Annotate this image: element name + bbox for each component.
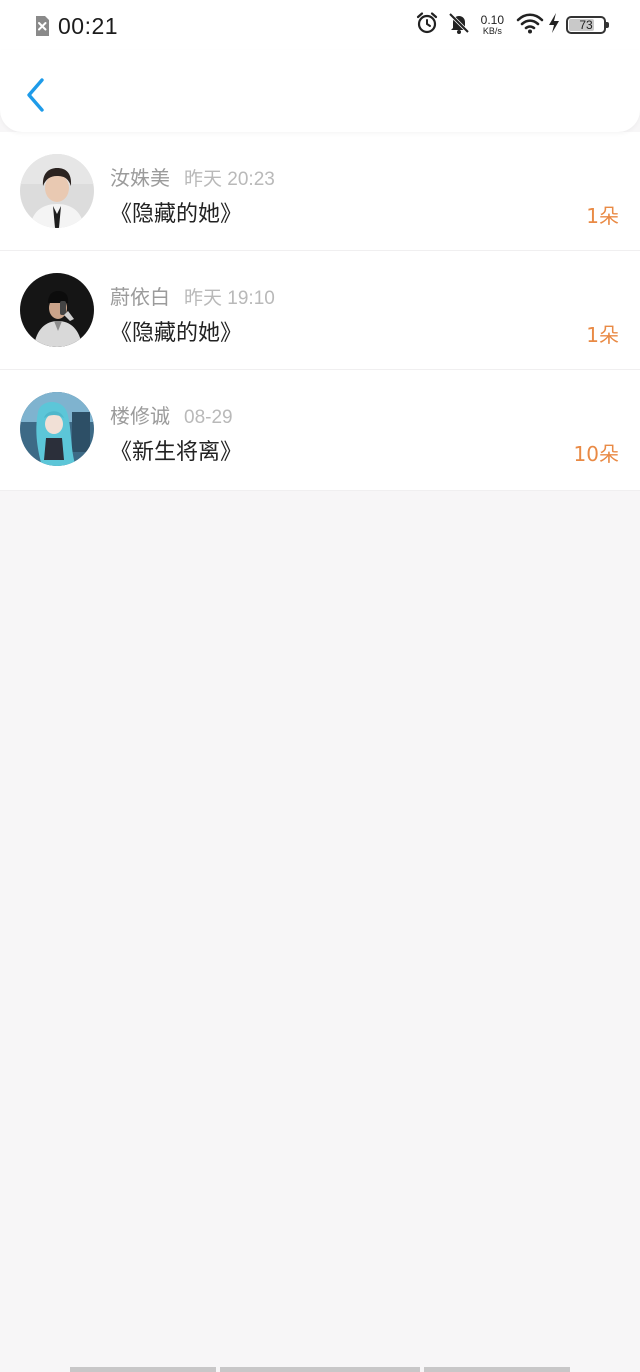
book-title: 《新生将离》 (110, 440, 243, 465)
top-header (0, 50, 640, 132)
status-bar-right: 0.10 KB/s 73 (407, 10, 609, 40)
sender-name: 楼修诚 (110, 404, 170, 428)
sender-line: 蔚依白 昨天 19:10 (110, 281, 275, 310)
book-title: 《隐藏的她》 (110, 202, 243, 227)
send-time: 昨天 19:10 (184, 288, 275, 309)
flower-count: 1朵 (586, 323, 619, 347)
flower-count: 1朵 (586, 204, 619, 228)
sender-name: 汝姝美 (110, 166, 170, 190)
status-bar-left: 00:21 (34, 12, 118, 40)
send-time: 08-29 (184, 407, 233, 428)
avatar[interactable] (20, 392, 94, 466)
list-item[interactable]: 楼修诚 08-29 《新生将离》 10朵 (0, 370, 640, 491)
status-time: 00:21 (58, 12, 119, 39)
network-speed: 0.10 KB/s (481, 14, 504, 36)
bell-muted-icon (447, 11, 471, 39)
sender-line: 楼修诚 08-29 (110, 400, 233, 429)
back-button[interactable] (16, 72, 56, 122)
sender-line: 汝姝美 昨天 20:23 (110, 162, 275, 191)
chevron-left-icon (25, 77, 47, 117)
home-indicator-segment (424, 1367, 570, 1372)
home-indicator[interactable] (70, 1367, 570, 1372)
list-item[interactable]: 蔚依白 昨天 19:10 《隐藏的她》 1朵 (0, 251, 640, 370)
send-time: 昨天 20:23 (184, 169, 275, 190)
avatar[interactable] (20, 154, 94, 228)
battery-level: 73 (579, 18, 593, 32)
battery-icon: 73 (566, 16, 609, 34)
book-title: 《隐藏的她》 (110, 321, 243, 346)
sender-name: 蔚依白 (110, 285, 170, 309)
flower-count: 10朵 (573, 442, 619, 466)
alarm-icon (415, 11, 439, 39)
wifi-icon (516, 12, 544, 38)
home-indicator-segment (70, 1367, 216, 1372)
network-speed-value: 0.10 (480, 13, 504, 27)
avatar[interactable] (20, 273, 94, 347)
network-speed-unit: KB/s (482, 26, 502, 36)
status-bar: 00:21 0.10 KB/s 73 (0, 0, 640, 50)
flower-record-list: 汝姝美 昨天 20:23 《隐藏的她》 1朵 蔚依白 昨天 19:10 《隐藏的她》… (0, 132, 640, 491)
list-item[interactable]: 汝姝美 昨天 20:23 《隐藏的她》 1朵 (0, 132, 640, 251)
home-indicator-segment (220, 1367, 420, 1372)
charging-bolt-icon (548, 12, 560, 38)
sim-disabled-icon (34, 15, 50, 37)
